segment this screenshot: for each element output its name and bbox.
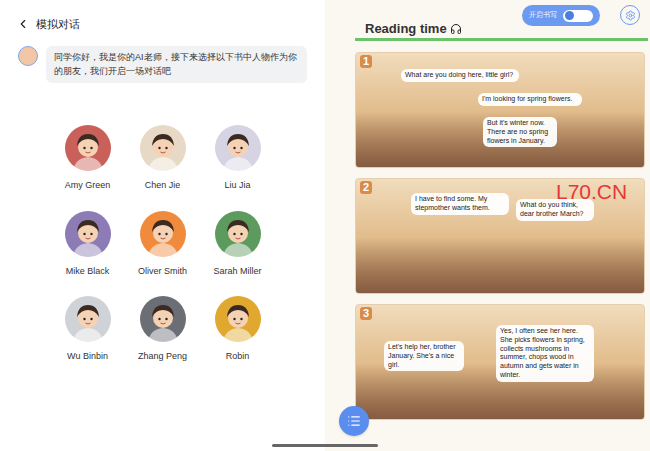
character-name: Wu Binbin: [67, 350, 108, 364]
character-item[interactable]: Sarah Miller: [200, 211, 275, 279]
comic-scene: [356, 238, 644, 293]
panel-number: 2: [360, 181, 372, 194]
avatar-icon: [215, 211, 261, 257]
character-item[interactable]: Chen Jie: [125, 125, 200, 193]
avatar-icon: [140, 296, 186, 342]
settings-button[interactable]: [620, 5, 640, 25]
character-grid: Amy Green Chen Jie Liu Jia Mike Black Oliver…: [50, 125, 325, 364]
gear-icon: [625, 10, 636, 21]
speech-bubble: Yes, I often see her here. She picks flo…: [496, 325, 594, 382]
avatar-icon: [140, 125, 186, 171]
character-name: Chen Jie: [145, 179, 181, 193]
writing-toggle[interactable]: 开启书写: [522, 5, 600, 26]
avatar-icon: [65, 125, 111, 171]
character-item[interactable]: Zhang Peng: [125, 296, 200, 364]
speech-bubble: Let's help her, brother January. She's a…: [384, 341, 464, 371]
speech-bubble: What do you think, dear brother March?: [516, 199, 594, 221]
teacher-avatar-icon: [18, 46, 38, 66]
back-icon[interactable]: [16, 17, 30, 31]
panel-number: 3: [360, 307, 372, 320]
character-name: Liu Jia: [224, 179, 250, 193]
speech-bubble: I'm looking for spring flowers.: [478, 93, 582, 106]
character-item[interactable]: Robin: [200, 296, 275, 364]
character-name: Robin: [226, 350, 250, 364]
toggle-switch[interactable]: [563, 10, 593, 22]
reading-header: Reading time 开启书写: [325, 0, 650, 36]
comic-panel: 1 What are you doing here, little girl? I'…: [355, 52, 645, 168]
teacher-message-row: 同学你好，我是你的AI老师，接下来选择以下书中人物作为你的朋友，我们开启一场对话…: [0, 46, 325, 83]
app: 模拟对话同学你好，我是你的AI老师，接下来选择以下书中人物作为你的朋友，我们开启…: [0, 0, 650, 451]
dialog-header: 模拟对话: [0, 0, 325, 34]
character-name: Oliver Smith: [138, 265, 187, 279]
teacher-message: 同学你好，我是你的AI老师，接下来选择以下书中人物作为你的朋友，我们开启一场对话…: [46, 46, 307, 83]
character-item[interactable]: Mike Black: [50, 211, 125, 279]
avatar-icon: [215, 125, 261, 171]
home-indicator: [272, 444, 378, 447]
dialog-title: 模拟对话: [36, 16, 80, 33]
character-item[interactable]: Liu Jia: [200, 125, 275, 193]
list-icon: [347, 414, 361, 428]
speech-bubble: But it's winter now. There are no spring…: [483, 117, 557, 147]
character-item[interactable]: Oliver Smith: [125, 211, 200, 279]
watermark: L70.CN: [556, 181, 627, 202]
avatar-icon: [140, 211, 186, 257]
speech-bubble: I have to find some. My stepmother wants…: [411, 193, 509, 215]
dialog-panel: 模拟对话同学你好，我是你的AI老师，接下来选择以下书中人物作为你的朋友，我们开启…: [0, 0, 325, 451]
headphones-icon: [450, 23, 462, 35]
reading-panel: Reading time 开启书写 1 What are you doing here…: [325, 0, 650, 451]
character-name: Amy Green: [65, 179, 111, 193]
comic-list: 1 What are you doing here, little girl? I'…: [355, 52, 645, 420]
character-item[interactable]: Amy Green: [50, 125, 125, 193]
character-name: Sarah Miller: [213, 265, 261, 279]
speech-bubble: What are you doing here, little girl?: [401, 69, 519, 82]
reading-title: Reading time: [365, 19, 462, 39]
menu-button[interactable]: [339, 406, 369, 436]
avatar-icon: [65, 211, 111, 257]
character-name: Zhang Peng: [138, 350, 187, 364]
panel-number: 1: [360, 55, 372, 68]
avatar-icon: [215, 296, 261, 342]
avatar-icon: [65, 296, 111, 342]
reading-progress: [355, 38, 648, 41]
comic-panel: 3 Let's help her, brother January. She's …: [355, 304, 645, 420]
character-name: Mike Black: [66, 265, 110, 279]
character-item[interactable]: Wu Binbin: [50, 296, 125, 364]
